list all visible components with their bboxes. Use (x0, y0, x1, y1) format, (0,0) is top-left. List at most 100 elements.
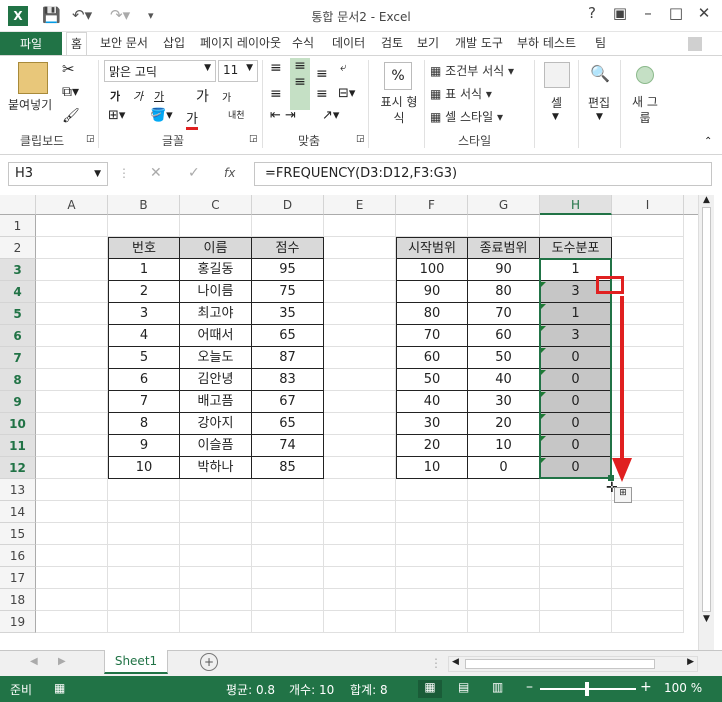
insert-function-button[interactable]: fx (224, 166, 235, 180)
scroll-thumb[interactable] (702, 207, 711, 612)
cell[interactable] (252, 523, 324, 545)
cell[interactable] (36, 347, 108, 369)
table-cell[interactable]: 어때서 (180, 325, 252, 347)
cut-icon[interactable]: ✂ (62, 60, 75, 78)
minimize-icon[interactable]: – (636, 4, 660, 24)
table-cell[interactable]: 7 (108, 391, 180, 413)
align-bottom-icon[interactable]: ≡ (316, 66, 328, 82)
copy-icon[interactable]: ⧉▾ (62, 84, 79, 100)
table-cell[interactable]: 10 (108, 457, 180, 479)
cell[interactable] (540, 611, 612, 633)
tab-security[interactable]: 보안 문서 (100, 32, 148, 56)
dialog-launcher-icon[interactable]: ◲ (356, 134, 365, 144)
row-header[interactable]: 12 (0, 457, 36, 479)
binoculars-icon[interactable]: 🔍 (590, 64, 610, 83)
cell[interactable] (108, 501, 180, 523)
cell[interactable] (324, 325, 396, 347)
table-header-cell[interactable]: 번호 (108, 237, 180, 259)
table-cell[interactable]: 10 (468, 435, 540, 457)
table-cell[interactable]: 6 (108, 369, 180, 391)
vertical-scrollbar[interactable]: ▲ ▼ (698, 195, 714, 650)
paste-button[interactable]: 붙여넣기 (8, 96, 52, 113)
table-cell[interactable]: 2 (108, 281, 180, 303)
cell[interactable] (324, 413, 396, 435)
row-header[interactable]: 10 (0, 413, 36, 435)
cell[interactable] (540, 215, 612, 237)
cell[interactable] (180, 567, 252, 589)
cell[interactable] (324, 435, 396, 457)
cell[interactable] (540, 479, 612, 501)
name-box[interactable]: H3 ▼ (8, 162, 108, 186)
tab-formulas[interactable]: 수식 (292, 32, 314, 56)
table-cell[interactable]: 75 (252, 281, 324, 303)
cell[interactable] (36, 523, 108, 545)
table-cell[interactable]: 배고픔 (180, 391, 252, 413)
font-color-button[interactable]: 가 (186, 108, 198, 130)
frequency-cell[interactable]: 0 (540, 457, 612, 479)
normal-view-icon[interactable]: ▦ (418, 680, 442, 698)
table-cell[interactable]: 85 (252, 457, 324, 479)
paste-icon[interactable] (18, 62, 48, 94)
collapse-ribbon-icon[interactable]: ⌃ (704, 136, 712, 147)
row-header[interactable]: 15 (0, 523, 36, 545)
column-header[interactable]: D (252, 195, 324, 215)
tab-developer[interactable]: 개발 도구 (455, 32, 503, 56)
cell[interactable] (36, 567, 108, 589)
row-header[interactable]: 6 (0, 325, 36, 347)
column-header[interactable]: I (612, 195, 684, 215)
row-header[interactable]: 14 (0, 501, 36, 523)
cell[interactable] (468, 479, 540, 501)
number-format-button[interactable]: 표시 형식 (377, 94, 421, 126)
align-right-icon[interactable]: ≡ (316, 86, 328, 102)
cell[interactable] (36, 391, 108, 413)
table-cell[interactable]: 박하나 (180, 457, 252, 479)
bold-button[interactable]: 가 (110, 88, 120, 104)
tab-home[interactable]: 홈 (66, 32, 88, 56)
cell[interactable] (396, 479, 468, 501)
merge-icon[interactable]: ⊟▾ (338, 86, 355, 101)
table-header-cell[interactable]: 점수 (252, 237, 324, 259)
format-as-table-button[interactable]: ▦ 표 서식 ▾ (430, 85, 492, 102)
row-header[interactable]: 13 (0, 479, 36, 501)
cell[interactable] (36, 325, 108, 347)
table-cell[interactable]: 100 (396, 259, 468, 281)
frequency-cell[interactable]: 3 (540, 325, 612, 347)
conditional-formatting-button[interactable]: ▦ 조건부 서식 ▾ (430, 62, 514, 79)
cell[interactable] (324, 391, 396, 413)
cell[interactable] (180, 479, 252, 501)
cell[interactable] (540, 523, 612, 545)
table-cell[interactable]: 김안녕 (180, 369, 252, 391)
cell[interactable] (36, 237, 108, 259)
table-header-cell[interactable]: 이름 (180, 237, 252, 259)
cell[interactable] (612, 545, 684, 567)
table-cell[interactable]: 3 (108, 303, 180, 325)
cell[interactable] (324, 523, 396, 545)
cell[interactable] (252, 611, 324, 633)
cell[interactable] (468, 501, 540, 523)
cell[interactable] (108, 545, 180, 567)
underline-button[interactable]: 가 (154, 88, 164, 104)
cell[interactable] (36, 479, 108, 501)
table-cell[interactable]: 87 (252, 347, 324, 369)
row-header[interactable]: 7 (0, 347, 36, 369)
maximize-icon[interactable]: □ (664, 4, 688, 24)
row-header[interactable]: 9 (0, 391, 36, 413)
cell[interactable] (36, 413, 108, 435)
tab-team[interactable]: 팀 (595, 32, 606, 56)
table-cell[interactable]: 74 (252, 435, 324, 457)
tab-insert[interactable]: 삽입 (163, 32, 185, 56)
cell[interactable] (36, 611, 108, 633)
table-cell[interactable]: 5 (108, 347, 180, 369)
cell[interactable] (180, 215, 252, 237)
scroll-left-icon[interactable]: ◀ (452, 657, 459, 667)
zoom-out-icon[interactable]: – (526, 679, 533, 695)
table-cell[interactable]: 80 (396, 303, 468, 325)
formula-input[interactable]: =FREQUENCY(D3:D12,F3:G3) (254, 162, 712, 186)
cell[interactable] (396, 589, 468, 611)
scroll-down-icon[interactable]: ▼ (699, 614, 714, 624)
cell[interactable] (108, 479, 180, 501)
phonetic-button[interactable]: 내천 (228, 108, 245, 121)
cell[interactable] (468, 523, 540, 545)
cell[interactable] (180, 501, 252, 523)
cell[interactable] (468, 611, 540, 633)
